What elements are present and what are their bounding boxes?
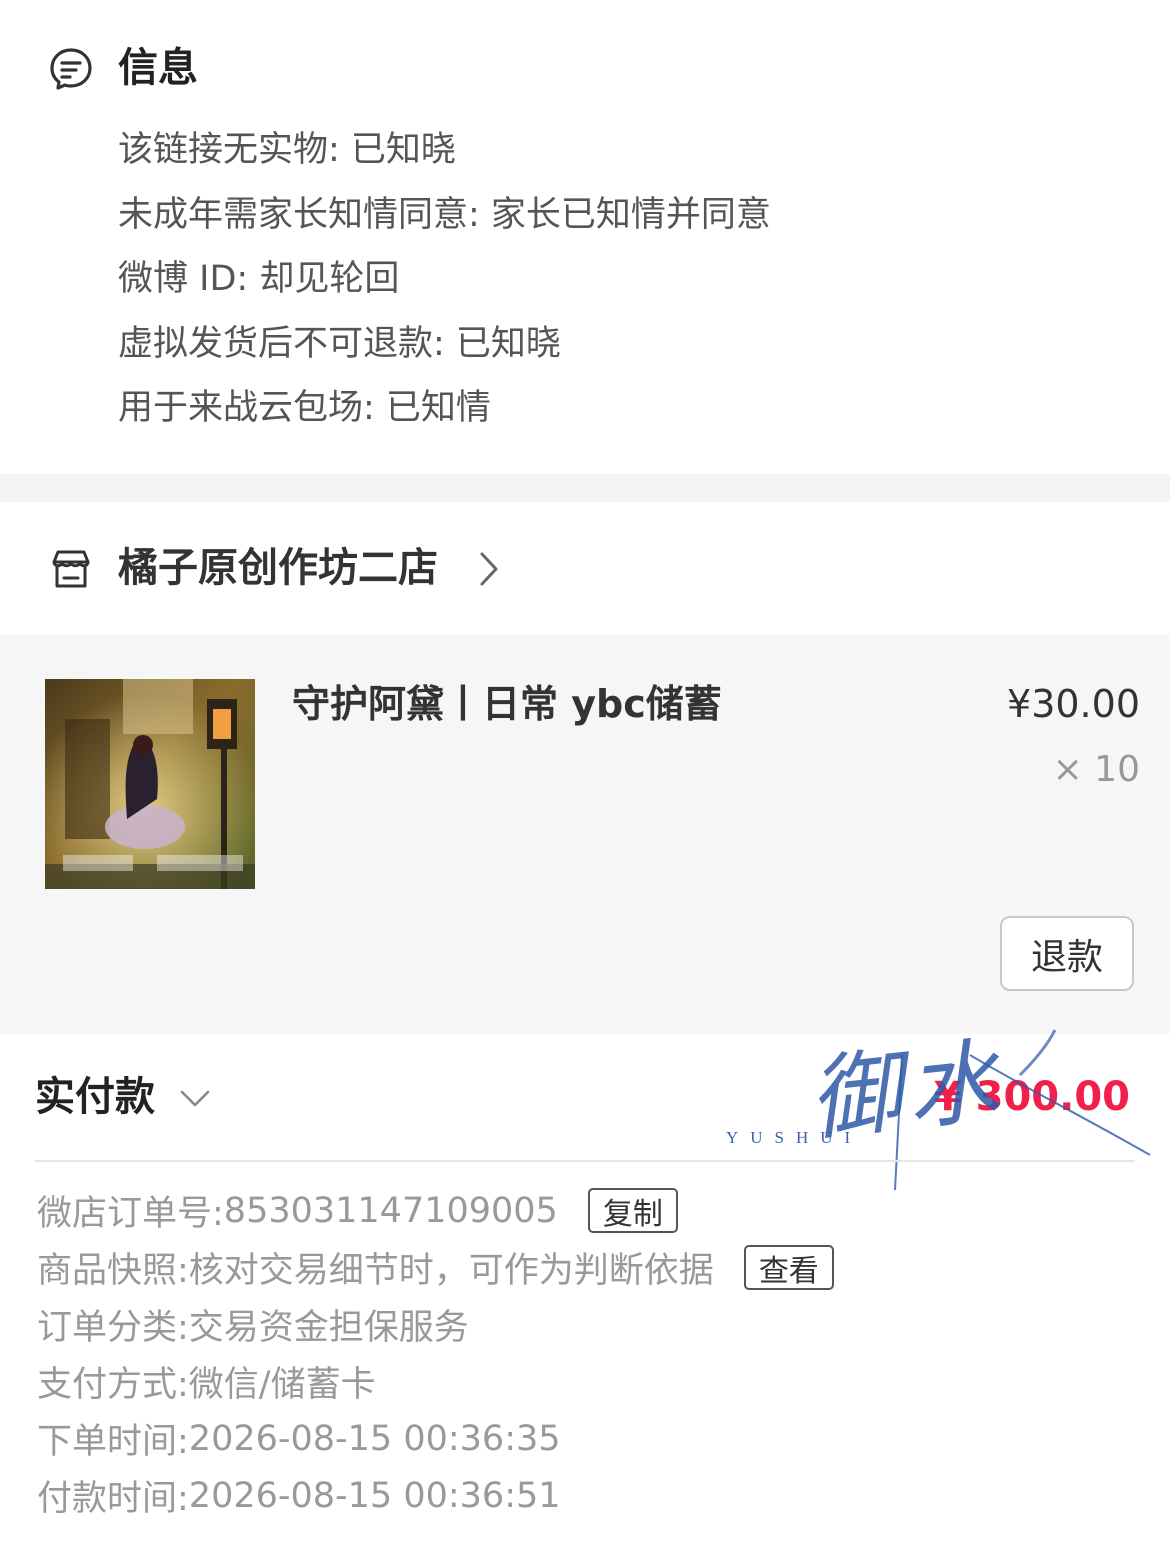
snapshot-label: 商品快照: xyxy=(37,1251,189,1291)
snapshot-row: 商品快照: 核对交易细节时，可作为判断依据 查看 xyxy=(37,1239,834,1296)
order-category-value: 交易资金担保服务 xyxy=(188,1308,469,1348)
product-item[interactable]: 守护阿黛丨日常 ybc储蓄 ¥30.00 × 10 退款 xyxy=(0,634,1170,1034)
info-section: 信息 该链接无实物: 已知晓 未成年需家长知情同意: 家长已知情并同意 微博 I… xyxy=(0,0,1170,474)
order-time-row: 下单时间: 2026-08-15 00:36:35 xyxy=(37,1410,834,1467)
info-line-no-refund: 虚拟发货后不可退款: 已知晓 xyxy=(118,323,561,364)
shop-name[interactable]: 橘子原创作坊二店 xyxy=(118,542,438,594)
order-time-value: 2026-08-15 00:36:35 xyxy=(188,1418,561,1459)
order-details: 微店订单号: 853031147109005 复制 商品快照: 核对交易细节时，… xyxy=(37,1182,834,1524)
watermark-subtext: YUSHUI xyxy=(726,1128,863,1147)
view-button[interactable]: 查看 xyxy=(743,1245,834,1290)
product-thumbnail[interactable] xyxy=(45,679,255,889)
shop-header[interactable]: 橘子原创作坊二店 xyxy=(0,502,1170,634)
paid-amount-label[interactable]: 实付款 xyxy=(35,1072,155,1122)
info-line-usage: 用于来战云包场: 已知情 xyxy=(118,388,491,428)
snapshot-value: 核对交易细节时，可作为判断依据 xyxy=(188,1251,714,1291)
product-quantity: × 10 xyxy=(1052,749,1140,790)
pay-time-row: 付款时间: 2026-08-15 00:36:51 xyxy=(37,1467,834,1524)
order-time-label: 下单时间: xyxy=(37,1422,189,1462)
info-header xyxy=(48,40,94,98)
info-line-no-physical: 该链接无实物: 已知晓 xyxy=(118,130,456,170)
info-title: 信息 xyxy=(118,45,198,91)
order-number-label: 微店订单号: xyxy=(37,1194,224,1234)
order-number-row: 微店订单号: 853031147109005 复制 xyxy=(37,1182,834,1239)
order-number-value: 853031147109005 xyxy=(223,1190,558,1231)
message-icon xyxy=(50,48,92,90)
divider xyxy=(35,1160,1135,1162)
refund-button[interactable]: 退款 xyxy=(1000,916,1134,991)
info-line-weibo-id: 微博 ID: 却见轮回 xyxy=(118,259,400,299)
payment-method-value: 微信/储蓄卡 xyxy=(188,1365,376,1405)
store-icon xyxy=(52,550,90,588)
order-category-row: 订单分类: 交易资金担保服务 xyxy=(37,1296,834,1353)
payment-method-row: 支付方式: 微信/储蓄卡 xyxy=(37,1353,834,1410)
chevron-right-icon[interactable] xyxy=(478,550,500,588)
product-price: ¥30.00 xyxy=(1007,682,1140,726)
section-separator xyxy=(0,474,1170,502)
payment-method-label: 支付方式: xyxy=(37,1365,189,1405)
info-lines: 该链接无实物: 已知晓 未成年需家长知情同意: 家长已知情并同意 微博 ID: … xyxy=(118,124,771,447)
copy-button[interactable]: 复制 xyxy=(587,1188,678,1233)
order-category-label: 订单分类: xyxy=(37,1308,189,1348)
pay-time-value: 2026-08-15 00:36:51 xyxy=(188,1475,561,1516)
info-line-parental-consent: 未成年需家长知情同意: 家长已知情并同意 xyxy=(118,194,771,235)
product-title[interactable]: 守护阿黛丨日常 ybc储蓄 xyxy=(292,680,722,728)
chevron-down-icon[interactable] xyxy=(178,1088,212,1110)
pay-time-label: 付款时间: xyxy=(37,1479,189,1519)
